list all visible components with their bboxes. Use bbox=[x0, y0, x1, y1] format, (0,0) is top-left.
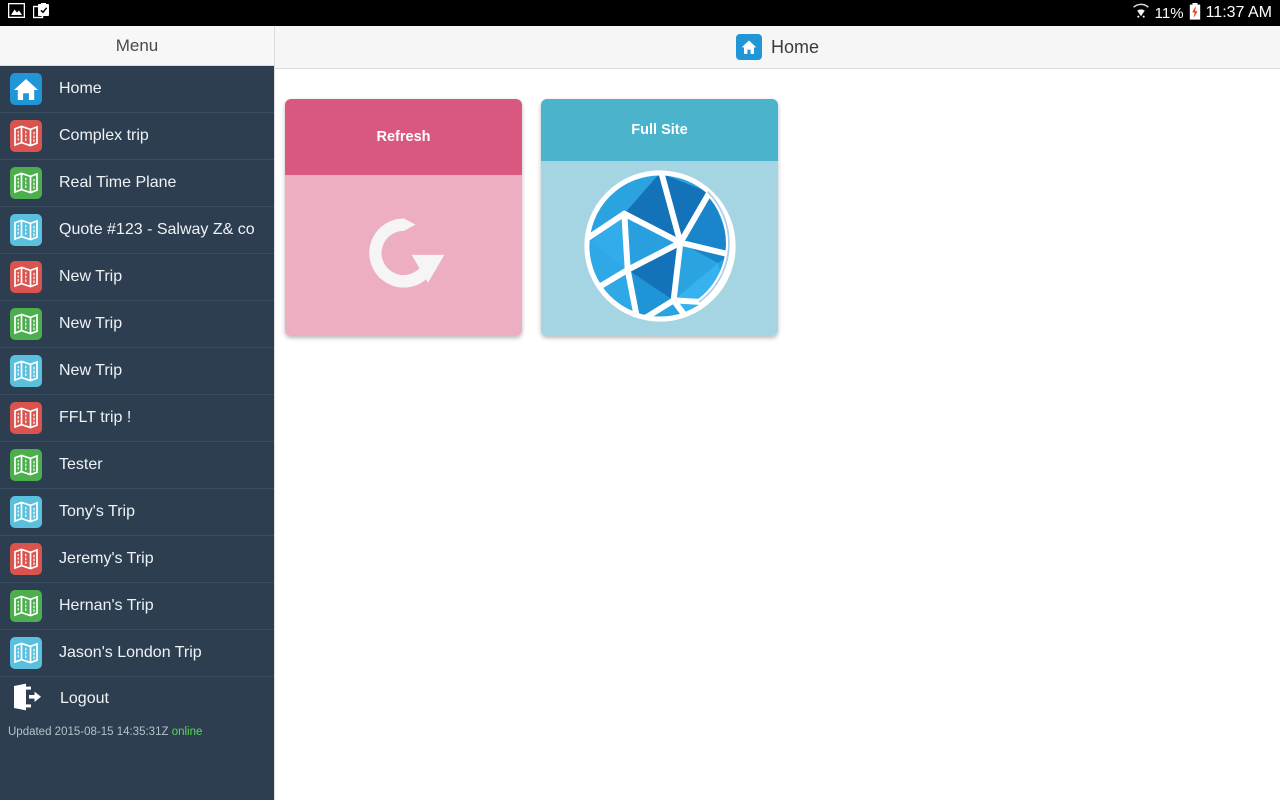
logout-icon bbox=[12, 683, 42, 716]
last-updated-label: Updated 2015-08-15 14:35:31Z bbox=[8, 726, 169, 738]
sidebar-item-jason-s-london-trip[interactable]: Jason's London Trip bbox=[0, 630, 274, 677]
dashboard-tiles: Refresh Full Site bbox=[275, 69, 1280, 336]
connection-status-label: online bbox=[171, 726, 203, 738]
logout-label: Logout bbox=[60, 690, 109, 707]
map-icon bbox=[10, 402, 42, 434]
sidebar-item-label: Tony's Trip bbox=[59, 503, 135, 520]
refresh-icon bbox=[356, 205, 452, 306]
page-header: Home bbox=[275, 26, 1280, 69]
battery-percent-label: 11% bbox=[1154, 4, 1184, 22]
sidebar-item-home[interactable]: Home bbox=[0, 66, 274, 113]
map-icon bbox=[10, 308, 42, 340]
sidebar-item-label: Jeremy's Trip bbox=[59, 550, 154, 567]
android-status-bar: 11% 11:37 AM bbox=[0, 0, 1280, 26]
map-icon bbox=[10, 261, 42, 293]
sidebar-item-complex-trip[interactable]: Complex trip bbox=[0, 113, 274, 160]
sidebar-item-quote-123-salway-z-co[interactable]: Quote #123 - Salway Z& co bbox=[0, 207, 274, 254]
sidebar-item-label: Jason's London Trip bbox=[59, 644, 202, 661]
tile-full-site[interactable]: Full Site bbox=[541, 99, 778, 336]
screenshot-image-icon bbox=[7, 2, 26, 23]
sidebar-item-label: Quote #123 - Salway Z& co bbox=[59, 221, 255, 238]
sidebar-item-new-trip[interactable]: New Trip bbox=[0, 301, 274, 348]
sidebar-item-real-time-plane[interactable]: Real Time Plane bbox=[0, 160, 274, 207]
map-icon bbox=[10, 590, 42, 622]
sidebar-item-new-trip[interactable]: New Trip bbox=[0, 348, 274, 395]
map-icon bbox=[10, 543, 42, 575]
sidebar-footer: Updated 2015-08-15 14:35:31Z online bbox=[0, 721, 274, 738]
sidebar-header: Menu bbox=[0, 26, 274, 66]
wifi-icon bbox=[1132, 3, 1150, 23]
sidebar: Menu Home Complex trip Real Time Plane Quot… bbox=[0, 26, 275, 800]
sidebar-menu-list: Home Complex trip Real Time Plane Quote #12… bbox=[0, 66, 274, 677]
map-icon bbox=[10, 120, 42, 152]
clipboard-check-icon bbox=[32, 2, 50, 24]
sidebar-item-logout[interactable]: Logout bbox=[0, 677, 274, 721]
tile-full-site-header: Full Site bbox=[541, 99, 778, 161]
status-bar-right-cluster: 11% 11:37 AM bbox=[1132, 2, 1272, 24]
map-icon bbox=[10, 496, 42, 528]
sidebar-item-new-trip[interactable]: New Trip bbox=[0, 254, 274, 301]
map-icon bbox=[10, 637, 42, 669]
status-bar-clock: 11:37 AM bbox=[1205, 4, 1272, 21]
status-bar-left-icons bbox=[7, 2, 50, 24]
tile-full-site-label: Full Site bbox=[631, 122, 688, 138]
globe-network-icon bbox=[575, 161, 745, 336]
sidebar-item-hernan-s-trip[interactable]: Hernan's Trip bbox=[0, 583, 274, 630]
map-icon bbox=[10, 449, 42, 481]
sidebar-item-tony-s-trip[interactable]: Tony's Trip bbox=[0, 489, 274, 536]
sidebar-item-label: Tester bbox=[59, 456, 103, 473]
sidebar-item-label: New Trip bbox=[59, 268, 123, 285]
sidebar-item-fflt-trip[interactable]: FFLT trip ! bbox=[0, 395, 274, 442]
sidebar-item-label: Real Time Plane bbox=[59, 174, 177, 191]
tile-refresh-header: Refresh bbox=[285, 99, 522, 175]
sidebar-item-label: Home bbox=[59, 80, 102, 97]
sidebar-item-label: New Trip bbox=[59, 362, 123, 379]
sidebar-item-jeremy-s-trip[interactable]: Jeremy's Trip bbox=[0, 536, 274, 583]
tile-full-site-body bbox=[541, 161, 778, 336]
battery-charging-icon bbox=[1189, 2, 1201, 24]
sidebar-item-label: Hernan's Trip bbox=[59, 597, 154, 614]
sidebar-item-label: New Trip bbox=[59, 315, 123, 332]
sidebar-item-label: FFLT trip ! bbox=[59, 409, 132, 426]
map-icon bbox=[10, 214, 42, 246]
sidebar-item-tester[interactable]: Tester bbox=[0, 442, 274, 489]
tile-refresh-body bbox=[285, 175, 522, 336]
tile-refresh[interactable]: Refresh bbox=[285, 99, 522, 336]
home-icon bbox=[10, 73, 42, 105]
menu-title: Menu bbox=[115, 35, 159, 55]
map-icon bbox=[10, 355, 42, 387]
main-content: Home Refresh Full Site bbox=[275, 26, 1280, 800]
map-icon bbox=[10, 167, 42, 199]
home-icon bbox=[735, 34, 762, 60]
tile-refresh-label: Refresh bbox=[376, 129, 431, 145]
page-title: Home bbox=[770, 36, 819, 57]
sidebar-item-label: Complex trip bbox=[59, 127, 149, 144]
